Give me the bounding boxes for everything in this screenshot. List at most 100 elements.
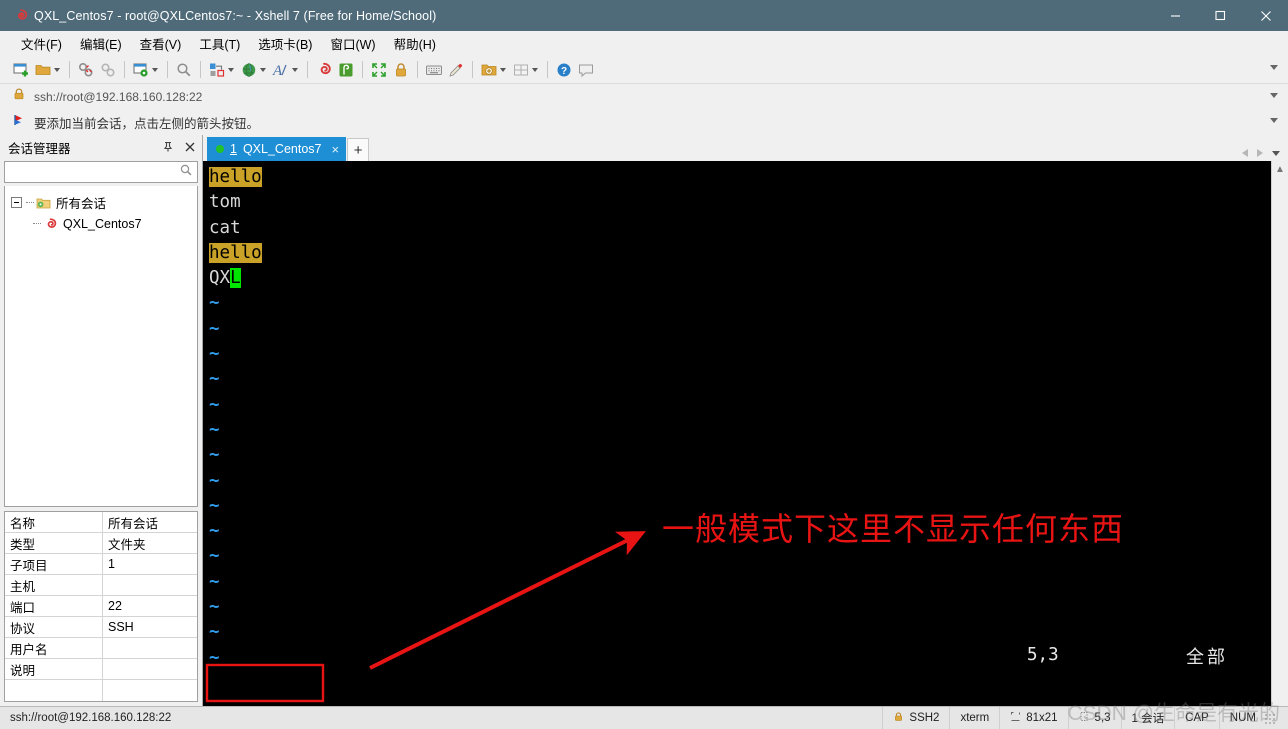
pin-icon[interactable]	[162, 141, 174, 153]
session-tree[interactable]: 所有会话 QXL_Centos7	[4, 186, 198, 507]
annotation-text: 一般模式下这里不显示任何东西	[662, 511, 1125, 547]
menu-tabs[interactable]: 选项卡(B)	[249, 31, 321, 56]
disconnect-icon[interactable]	[75, 58, 97, 82]
tab-qxl-centos7[interactable]: 1 QXL_Centos7 ×	[207, 137, 347, 161]
toolbar-separator	[200, 61, 201, 78]
status-cursor-label: 5,3	[1094, 712, 1111, 724]
toolbar-separator	[472, 61, 473, 78]
chevron-down-icon[interactable]	[1272, 150, 1280, 156]
status-address: ssh://root@192.168.160.128:22	[10, 712, 172, 724]
add-tab-icon[interactable]	[478, 58, 510, 82]
status-num: NUM	[1218, 706, 1288, 729]
xshell-spiral-icon	[8, 8, 34, 24]
prop-key	[5, 680, 103, 701]
find-icon[interactable]	[173, 58, 195, 82]
prop-key: 类型	[5, 533, 103, 553]
chevron-down-icon[interactable]	[228, 67, 234, 72]
status-cells: SSH2 xterm 81x21 5,3 1 会话 CAP NUM	[882, 706, 1288, 729]
vim-empty-line-marker: ~	[209, 470, 220, 491]
tree-line	[33, 223, 41, 224]
new-session-icon[interactable]	[10, 58, 32, 82]
lock-icon	[893, 711, 904, 725]
status-sessions-label: 1 会话	[1131, 713, 1165, 725]
help-icon[interactable]: ?	[553, 58, 575, 82]
expander-icon[interactable]	[11, 197, 22, 208]
vim-empty-line-marker: ~	[209, 571, 220, 592]
prop-value	[103, 638, 197, 658]
vim-cursor-position: 5,3	[1027, 644, 1059, 665]
status-sessions: 1 会话	[1120, 706, 1175, 729]
terminal-line: ~	[209, 418, 1271, 443]
address-value[interactable]: ssh://root@192.168.160.128:22	[34, 90, 202, 104]
vim-empty-line-marker: ~	[209, 419, 220, 440]
session-search-box[interactable]	[4, 161, 198, 183]
close-icon[interactable]: ×	[331, 142, 339, 157]
terminal-scrollbar[interactable]: ▲	[1271, 161, 1288, 706]
menu-help[interactable]: 帮助(H)	[385, 31, 445, 56]
resize-grip-icon[interactable]	[1263, 712, 1275, 724]
chevron-down-icon[interactable]	[1270, 93, 1278, 98]
menu-view[interactable]: 查看(V)	[131, 31, 191, 56]
chevron-down-icon[interactable]	[292, 67, 298, 72]
chevron-down-icon[interactable]	[1270, 118, 1278, 123]
vim-empty-line-marker: ~	[209, 369, 220, 390]
status-terminal-type: xterm	[949, 706, 999, 729]
close-icon[interactable]	[184, 141, 196, 153]
chevron-up-icon[interactable]: ▲	[1275, 164, 1285, 175]
chevron-down-icon[interactable]	[532, 67, 538, 72]
xshell-session-icon	[43, 217, 58, 231]
comment-icon[interactable]	[575, 58, 597, 82]
close-button[interactable]	[1243, 0, 1288, 31]
session-properties-icon[interactable]	[130, 58, 162, 82]
fullscreen-icon[interactable]	[368, 58, 390, 82]
transfer-icon[interactable]	[206, 58, 238, 82]
terminal-screen[interactable]: hello tom cat hello QXL ~ ~ ~ ~ ~ ~ ~ ~ ~ ~ ~ ~ ~ ~ ~ 5,3 全…	[203, 161, 1271, 706]
chevron-left-icon[interactable]	[1242, 149, 1248, 157]
table-row	[5, 680, 197, 701]
chevron-down-icon[interactable]	[500, 67, 506, 72]
vim-empty-line-marker: ~	[209, 344, 220, 365]
terminal-wrap: hello tom cat hello QXL ~ ~ ~ ~ ~ ~ ~ ~ ~ ~ ~ ~ ~ ~ ~ 5,3 全…	[203, 161, 1288, 706]
chevron-down-icon[interactable]	[260, 67, 266, 72]
toolbar-separator	[69, 61, 70, 78]
chevron-right-icon[interactable]	[1257, 149, 1263, 157]
menu-window[interactable]: 窗口(W)	[321, 31, 384, 56]
reconnect-icon[interactable]	[97, 58, 119, 82]
terminal-line: ~	[209, 393, 1271, 418]
terminal-cursor: L	[230, 268, 241, 289]
maximize-button[interactable]	[1198, 0, 1243, 31]
tab-number: 1	[230, 142, 237, 156]
chevron-down-icon[interactable]	[152, 67, 158, 72]
search-icon[interactable]	[179, 163, 193, 182]
xshell-window: QXL_Centos7 - root@QXLCentos7:~ - Xshell…	[0, 0, 1288, 729]
menu-file[interactable]: 文件(F)	[12, 31, 71, 56]
terminal-line: ~	[209, 317, 1271, 342]
table-row: 名称 所有会话	[5, 512, 197, 533]
tree-node-qxl-centos7[interactable]: QXL_Centos7	[5, 213, 197, 234]
layout-icon[interactable]	[510, 58, 542, 82]
minimize-button[interactable]	[1153, 0, 1198, 31]
menu-tools[interactable]: 工具(T)	[190, 31, 249, 56]
chevron-down-icon[interactable]	[54, 67, 60, 72]
highlight-icon[interactable]	[445, 58, 467, 82]
lock-icon[interactable]	[390, 58, 412, 82]
xshell-icon[interactable]	[313, 58, 335, 82]
menu-edit[interactable]: 编辑(E)	[71, 31, 131, 56]
toolbar-overflow-chevron-icon[interactable]	[1270, 65, 1278, 70]
new-tab-button[interactable]: +	[347, 138, 370, 161]
open-folder-icon[interactable]	[32, 58, 64, 82]
xftp-icon[interactable]	[335, 58, 357, 82]
search-input[interactable]	[9, 165, 179, 179]
terminal-line: tom	[209, 190, 1271, 215]
address-bar[interactable]: ssh://root@192.168.160.128:22	[0, 84, 1288, 109]
tree-node-all-sessions[interactable]: 所有会话	[5, 192, 197, 213]
vim-empty-line-marker: ~	[209, 647, 220, 668]
title-bar: QXL_Centos7 - root@QXLCentos7:~ - Xshell…	[0, 0, 1288, 31]
prop-key: 主机	[5, 575, 103, 595]
vim-empty-line-marker: ~	[209, 445, 220, 466]
keyboard-icon[interactable]	[423, 58, 445, 82]
font-icon[interactable]: A	[270, 58, 302, 82]
web-browser-icon[interactable]	[238, 58, 270, 82]
table-row: 类型 文件夹	[5, 533, 197, 554]
vim-empty-line-marker: ~	[209, 546, 220, 567]
